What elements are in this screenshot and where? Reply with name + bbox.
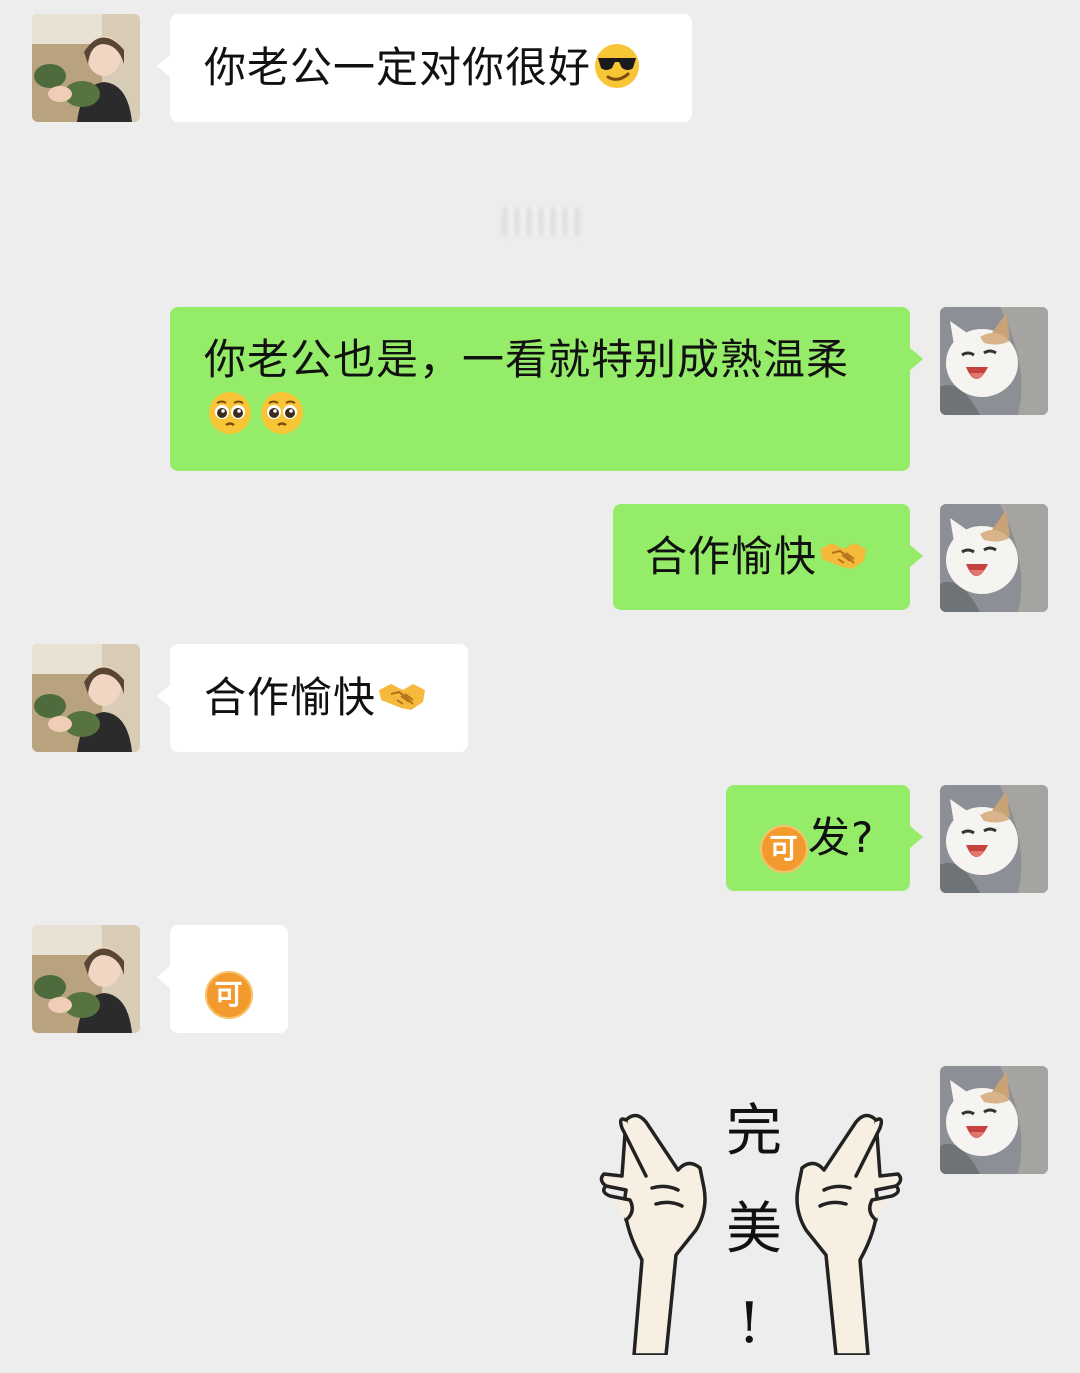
message-text: 合作愉快 — [204, 673, 377, 722]
sticker-char: 美 — [726, 1197, 782, 1262]
sticker-char: 完 — [726, 1099, 782, 1164]
ke-badge-icon: 可 — [760, 825, 808, 873]
contact-avatar[interactable] — [32, 14, 140, 122]
my-avatar[interactable] — [940, 307, 1048, 415]
my-avatar[interactable] — [940, 1066, 1048, 1174]
ke-badge-icon: 可 — [205, 971, 253, 1019]
contact-avatar[interactable] — [32, 925, 140, 1033]
message-bubble-incoming[interactable]: 合作愉快 — [157, 644, 468, 752]
message-text: 你老公也是，一看就特别成熟温柔 — [204, 335, 850, 384]
sunglasses-face-icon — [592, 40, 642, 90]
contact-avatar[interactable] — [32, 644, 140, 752]
message-bubble-outgoing[interactable]: 可发? — [726, 785, 923, 891]
handshake-icon — [818, 529, 868, 579]
message-bubble-outgoing[interactable]: 你老公也是，一看就特别成熟温柔 — [170, 307, 923, 471]
perfect-sticker[interactable]: 完 美 ! — [596, 1080, 906, 1357]
message-text: 你老公一定对你很好 — [204, 43, 592, 92]
handshake-icon — [377, 670, 427, 720]
message-bubble-incoming[interactable]: 你老公一定对你很好 — [157, 14, 692, 122]
message-bubble-outgoing[interactable]: 合作愉快 — [613, 504, 923, 610]
message-text: 发? — [808, 813, 875, 862]
my-avatar[interactable] — [940, 785, 1048, 893]
pleading-face-icon — [257, 388, 307, 438]
message-bubble-incoming[interactable]: 可 — [157, 925, 288, 1033]
blurred-timestamp — [502, 208, 580, 236]
my-avatar[interactable] — [940, 504, 1048, 612]
message-text: 合作愉快 — [645, 532, 818, 581]
sticker-char: ! — [738, 1291, 761, 1355]
pleading-face-icon — [205, 388, 255, 438]
